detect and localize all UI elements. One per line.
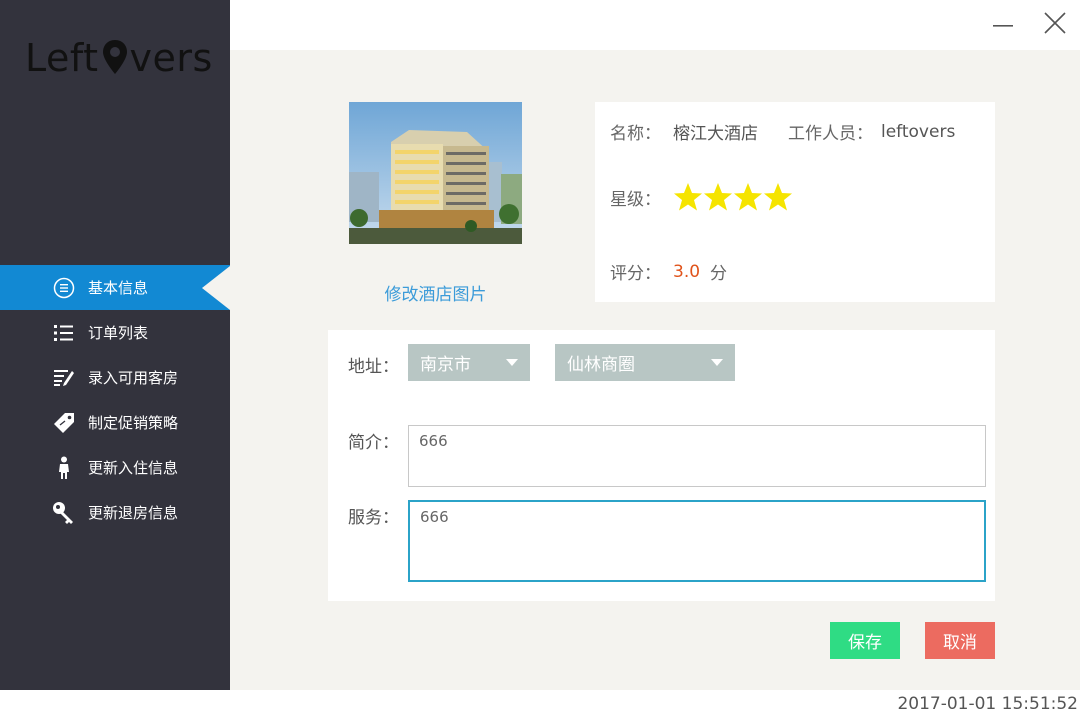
chevron-down-icon bbox=[506, 359, 518, 366]
person-icon bbox=[52, 456, 76, 480]
rating-unit: 分 bbox=[710, 264, 728, 284]
sidebar: Left vers 基本信息 订单列表 录入可用客房 制定促销策略 更新入住信息… bbox=[0, 0, 230, 690]
district-select[interactable]: 仙林商圈 bbox=[555, 344, 735, 381]
logo-text-right: vers bbox=[129, 36, 213, 80]
rating-label: 评分： bbox=[610, 264, 661, 284]
hotel-info-card: 名称： 榕江大酒店 工作人员： leftovers 星级： 评分： 3.0 分 bbox=[595, 102, 995, 302]
star-row: 星级： bbox=[610, 182, 793, 212]
sidebar-item-label: 基本信息 bbox=[88, 279, 149, 297]
district-select-value: 仙林商圈 bbox=[567, 355, 635, 375]
city-select[interactable]: 南京市 bbox=[408, 344, 530, 381]
key-icon bbox=[52, 501, 76, 525]
cancel-button[interactable]: 取消 bbox=[925, 622, 995, 659]
sidebar-item-promotion[interactable]: 制定促销策略 bbox=[0, 400, 230, 445]
sidebar-item-order-list[interactable]: 订单列表 bbox=[0, 310, 230, 355]
intro-textarea[interactable]: 666 bbox=[408, 425, 986, 487]
staff-value: leftovers bbox=[881, 121, 956, 142]
edit-list-icon bbox=[52, 366, 76, 390]
list-circle-icon bbox=[52, 276, 76, 300]
sidebar-item-label: 更新入住信息 bbox=[88, 459, 179, 477]
sidebar-item-label: 制定促销策略 bbox=[88, 414, 179, 432]
hotel-name-value: 榕江大酒店 bbox=[673, 124, 758, 144]
city-select-value: 南京市 bbox=[420, 355, 471, 375]
minimize-button[interactable] bbox=[988, 10, 1018, 40]
service-textarea[interactable]: 666 bbox=[408, 500, 986, 582]
sidebar-item-label: 更新退房信息 bbox=[88, 504, 179, 522]
tag-icon bbox=[52, 411, 76, 435]
sidebar-nav: 基本信息 订单列表 录入可用客房 制定促销策略 更新入住信息 更新退房信息 bbox=[0, 265, 230, 535]
sidebar-item-enter-rooms[interactable]: 录入可用客房 bbox=[0, 355, 230, 400]
star-rating bbox=[673, 182, 793, 212]
hotel-image bbox=[349, 102, 522, 244]
sidebar-item-checkin[interactable]: 更新入住信息 bbox=[0, 445, 230, 490]
status-timestamp: 2017-01-01 15:51:52 bbox=[897, 694, 1078, 714]
sidebar-item-checkout[interactable]: 更新退房信息 bbox=[0, 490, 230, 535]
list-icon bbox=[52, 321, 76, 345]
name-row: 名称： 榕江大酒店 工作人员： leftovers bbox=[610, 119, 956, 145]
star-label: 星级： bbox=[610, 189, 661, 210]
app-logo: Left vers bbox=[25, 36, 213, 80]
sidebar-item-label: 录入可用客房 bbox=[88, 369, 179, 387]
star-icon bbox=[734, 183, 762, 211]
close-icon bbox=[1043, 11, 1067, 39]
chevron-down-icon bbox=[711, 359, 723, 366]
name-label: 名称： bbox=[610, 124, 661, 144]
sidebar-item-label: 订单列表 bbox=[88, 324, 149, 342]
address-label: 地址： bbox=[348, 357, 399, 377]
service-label: 服务： bbox=[348, 508, 399, 528]
location-pin-icon bbox=[100, 38, 130, 78]
close-button[interactable] bbox=[1040, 10, 1070, 40]
hotel-form-card: 地址： 南京市 仙林商圈 简介： 666 服务： 666 bbox=[328, 330, 995, 601]
save-button[interactable]: 保存 bbox=[830, 622, 900, 659]
edit-hotel-image-link[interactable]: 修改酒店图片 bbox=[349, 280, 522, 305]
rating-value: 3.0 bbox=[673, 261, 701, 282]
sidebar-item-basic-info[interactable]: 基本信息 bbox=[0, 265, 230, 310]
star-icon bbox=[704, 183, 732, 211]
intro-label: 简介： bbox=[348, 433, 399, 453]
star-icon bbox=[764, 183, 792, 211]
rating-row: 评分： 3.0 分 bbox=[610, 259, 728, 285]
staff-label: 工作人员： bbox=[788, 124, 873, 144]
star-icon bbox=[674, 183, 702, 211]
minimize-icon bbox=[992, 12, 1014, 38]
logo-text-left: Left bbox=[25, 36, 99, 80]
